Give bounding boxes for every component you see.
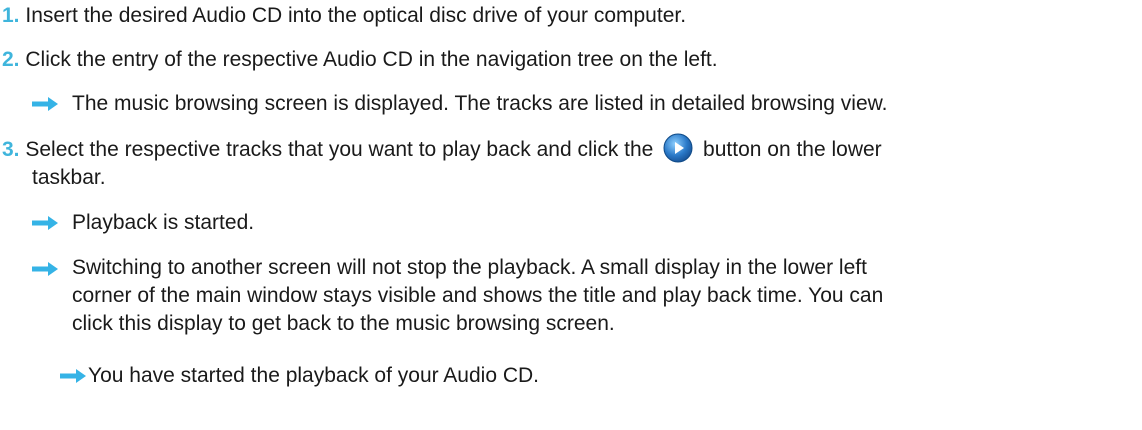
step-number: 3. [2, 138, 20, 161]
step-text-part-2: button on the lower [703, 138, 882, 161]
step-3-result-2-line-2: corner of the main window stays visible … [72, 284, 884, 307]
step-2-result: The music browsing screen is displayed. … [72, 92, 888, 115]
step-text-part-1: Select the respective tracks that you wa… [25, 138, 654, 161]
step-3-result-2-line-3: click this display to get back to the mu… [72, 312, 615, 335]
step-text: Insert the desired Audio CD into the opt… [25, 4, 687, 27]
step-3-result-1: Playback is started. [72, 211, 255, 234]
right-arrow-icon [60, 369, 86, 383]
final-result: You have started the playback of your Au… [88, 364, 540, 387]
step-3: 3. Select the respective tracks that you… [2, 133, 882, 164]
step-3-text-line-2: taskbar. [32, 166, 106, 189]
step-text: Click the entry of the respective Audio … [25, 48, 718, 71]
step-number: 1. [2, 4, 20, 27]
right-arrow-icon [32, 216, 58, 230]
step-1: 1. Insert the desired Audio CD into the … [2, 2, 686, 30]
step-3-result-2-line-1: Switching to another screen will not sto… [72, 256, 867, 279]
instruction-document: 1. Insert the desired Audio CD into the … [0, 0, 1142, 430]
step-number: 2. [2, 48, 20, 71]
right-arrow-icon [32, 97, 58, 111]
step-2: 2. Click the entry of the respective Aud… [2, 46, 718, 74]
right-arrow-icon [32, 262, 58, 276]
play-button-icon [663, 133, 693, 163]
